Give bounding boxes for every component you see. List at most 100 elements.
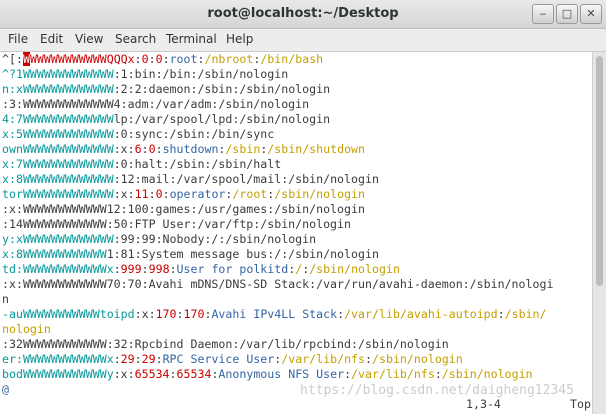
terminal-text-segment: er:WWWWWWWWWWWWx bbox=[2, 352, 114, 366]
terminal-text-segment: 1:81:System message bus:/:/sbin/nologin bbox=[106, 247, 379, 261]
minimize-button[interactable]: ‒ bbox=[532, 4, 554, 24]
terminal-output[interactable]: ^[:WWWWWWWWWWWWQQQx:0:0:root:/nbroot:/bi… bbox=[0, 52, 592, 396]
terminal-text-segment: : bbox=[344, 367, 352, 381]
terminal-text-segment: 11 bbox=[134, 187, 149, 201]
scrollbar-thumb[interactable] bbox=[596, 56, 603, 286]
terminal-text-segment: /nbroot bbox=[204, 52, 254, 66]
terminal-text-segment: :14WWWWWWWWWWWW:50:FTP User:/var/ftp:/sb… bbox=[2, 217, 352, 231]
terminal-text-segment: Anonymous NFS User bbox=[218, 367, 345, 381]
terminal-text-segment: : bbox=[162, 187, 170, 201]
terminal-line: x:8WWWWWWWWWWWW1:81:System message bus:/… bbox=[2, 247, 379, 262]
terminal-text-segment: 0 bbox=[141, 52, 149, 66]
terminal-window: root@localhost:~/Desktop ‒ □ ✕ File Edit… bbox=[0, 0, 606, 414]
terminal-text-segment: 0 bbox=[148, 142, 156, 156]
terminal-text-segment: :3:WWWWWWWWWWWWW4:adm:/var/adm:/sbin/nol… bbox=[2, 97, 310, 111]
terminal-text-segment: : bbox=[134, 352, 142, 366]
terminal-text-segment: : bbox=[434, 367, 442, 381]
terminal-text-segment: 0 bbox=[155, 187, 163, 201]
terminal-line: nologin bbox=[2, 322, 51, 337]
terminal-text-segment: /bin/bash bbox=[260, 52, 324, 66]
terminal-text-segment: /sbin/nologin bbox=[441, 367, 533, 381]
editor-status-line: 1,3-4 Top bbox=[0, 396, 592, 414]
title-bar[interactable]: root@localhost:~/Desktop ‒ □ ✕ bbox=[0, 0, 606, 29]
terminal-text-segment: @ bbox=[2, 382, 9, 396]
terminal-text-segment: ^?1WWWWWWWWWWWWW bbox=[2, 67, 114, 81]
terminal-text-segment: 170 bbox=[183, 307, 205, 321]
terminal-text-segment: x:5WWWWWWWWWWWWW bbox=[2, 127, 114, 141]
maximize-button[interactable]: □ bbox=[556, 4, 578, 24]
terminal-line: ^?1WWWWWWWWWWWWW:1:bin:/bin:/sbin/nologi… bbox=[2, 67, 288, 82]
terminal-line: x:7WWWWWWWWWWWWW:0:halt:/sbin:/sbin/halt bbox=[2, 157, 281, 172]
terminal-text-segment: User for polkitd bbox=[176, 262, 289, 276]
vertical-scrollbar[interactable] bbox=[592, 52, 606, 414]
terminal-text-segment: :x:WWWWWWWWWWWW12:100:games:/usr/games:/… bbox=[2, 202, 365, 216]
terminal-text-segment: RPC Service User bbox=[162, 352, 275, 366]
terminal-text-segment: ^[: bbox=[2, 52, 23, 66]
terminal-text-segment: :x: bbox=[134, 307, 156, 321]
terminal-text-segment: :x:WWWWWWWWWWWW70:70:Avahi mDNS/DNS-SD S… bbox=[2, 277, 554, 291]
terminal-line: :3:WWWWWWWWWWWWW4:adm:/var/adm:/sbin/nol… bbox=[2, 97, 309, 112]
terminal-text-segment: : bbox=[176, 307, 184, 321]
terminal-line: x:8WWWWWWWWWWWWW:12:mail:/var/spool/mail… bbox=[2, 172, 379, 187]
terminal-line: n bbox=[2, 292, 9, 307]
terminal-text-segment: 65534 bbox=[134, 367, 170, 381]
terminal-text-segment: ownWWWWWWWWWWWWW bbox=[2, 142, 114, 156]
terminal-line: y:xWWWWWWWWWWWWW:99:99:Nobody:/:/sbin/no… bbox=[2, 232, 316, 247]
terminal-text-segment: : bbox=[169, 367, 177, 381]
window-title: root@localhost:~/Desktop bbox=[207, 6, 399, 21]
terminal-text-segment: n:xWWWWWWWWWWWWW bbox=[2, 82, 114, 96]
terminal-text-segment: y:xWWWWWWWWWWWWW bbox=[2, 232, 114, 246]
terminal-text-segment: 65534 bbox=[176, 367, 212, 381]
terminal-text-segment: :0:sync:/sbin:/bin/sync bbox=[113, 127, 275, 141]
terminal-line: :x:WWWWWWWWWWWW70:70:Avahi mDNS/DNS-SD S… bbox=[2, 277, 553, 292]
terminal-text-segment: td:WWWWWWWWWWWWx bbox=[2, 262, 114, 276]
terminal-text-segment: /var/lib/nfs bbox=[281, 352, 366, 366]
terminal-text-segment: x:8WWWWWWWWWWWWW bbox=[2, 172, 114, 186]
terminal-text-segment: : bbox=[141, 142, 149, 156]
terminal-line: er:WWWWWWWWWWWWx:29:29:RPC Service User:… bbox=[2, 352, 463, 367]
terminal-text-segment: WWWWWWWWWWWQQQx bbox=[29, 52, 135, 66]
terminal-line: -auWWWWWWWWWWWtoipd:x:170:170:Avahi IPv4… bbox=[2, 307, 547, 322]
cursor-position: 1,3-4 bbox=[466, 397, 501, 411]
terminal-text-segment: : bbox=[134, 52, 142, 66]
terminal-text-segment: /sbin/ bbox=[504, 307, 547, 321]
terminal-text-segment: /sbin/nologin bbox=[372, 352, 463, 366]
close-button[interactable]: ✕ bbox=[580, 4, 602, 24]
menu-search[interactable]: Search bbox=[115, 32, 156, 46]
terminal-text-segment: : bbox=[113, 352, 121, 366]
terminal-text-segment: -auWWWWWWWWWWWtoipd bbox=[2, 307, 135, 321]
terminal-text-segment: /root bbox=[232, 187, 268, 201]
terminal-text-segment: :12:mail:/var/spool/mail:/sbin/nologin bbox=[113, 172, 379, 186]
terminal-line: :14WWWWWWWWWWWW:50:FTP User:/var/ftp:/sb… bbox=[2, 217, 351, 232]
terminal-text-segment: 29 bbox=[141, 352, 156, 366]
menu-edit[interactable]: Edit bbox=[40, 32, 63, 46]
terminal-text-segment: : bbox=[148, 187, 156, 201]
terminal-line: ownWWWWWWWWWWWWW:x:6:0:shutdown:/sbin:/s… bbox=[2, 142, 365, 157]
terminal-text-segment: root bbox=[169, 52, 198, 66]
terminal-text-segment: : bbox=[169, 262, 177, 276]
terminal-text-segment: /sbin/nologin bbox=[274, 187, 366, 201]
terminal-text-segment: Avahi IPv4LL Stack bbox=[211, 307, 338, 321]
watermark: https://blog.csdn.net/daigheng12345 bbox=[300, 383, 574, 398]
terminal-text-segment: x:8WWWWWWWWWWWW bbox=[2, 247, 107, 261]
menu-view[interactable]: View bbox=[75, 32, 103, 46]
terminal-text-segment: :x: bbox=[113, 367, 135, 381]
terminal-text-segment: lp:/var/spool/lpd:/sbin/nologin bbox=[113, 112, 331, 126]
terminal-text-segment: : bbox=[365, 352, 372, 366]
terminal-text-segment: bodWWWWWWWWWWWWy bbox=[2, 367, 114, 381]
terminal-line: :32WWWWWWWWWWWW:32:Rpcbind Daemon:/var/l… bbox=[2, 337, 449, 352]
menu-help[interactable]: Help bbox=[226, 32, 253, 46]
terminal-line: td:WWWWWWWWWWWWx:999:998:User for polkit… bbox=[2, 262, 400, 277]
terminal-text-segment: :x: bbox=[113, 187, 135, 201]
terminal-text-segment: : bbox=[141, 262, 149, 276]
menu-terminal[interactable]: Terminal bbox=[166, 32, 217, 46]
terminal-text-segment: :2:2:daemon:/sbin:/sbin/nologin bbox=[113, 82, 331, 96]
terminal-line: x:5WWWWWWWWWWWWW:0:sync:/sbin:/bin/sync bbox=[2, 127, 274, 142]
menu-file[interactable]: File bbox=[8, 32, 28, 46]
terminal-text-segment: 998 bbox=[148, 262, 170, 276]
menu-bar: File Edit View Search Terminal Help bbox=[0, 29, 606, 52]
terminal-text-segment: /sbin bbox=[225, 142, 261, 156]
terminal-text-segment: /sbin/nologin bbox=[309, 262, 400, 276]
terminal-text-segment: : bbox=[113, 262, 121, 276]
scroll-position: Top bbox=[570, 397, 591, 411]
